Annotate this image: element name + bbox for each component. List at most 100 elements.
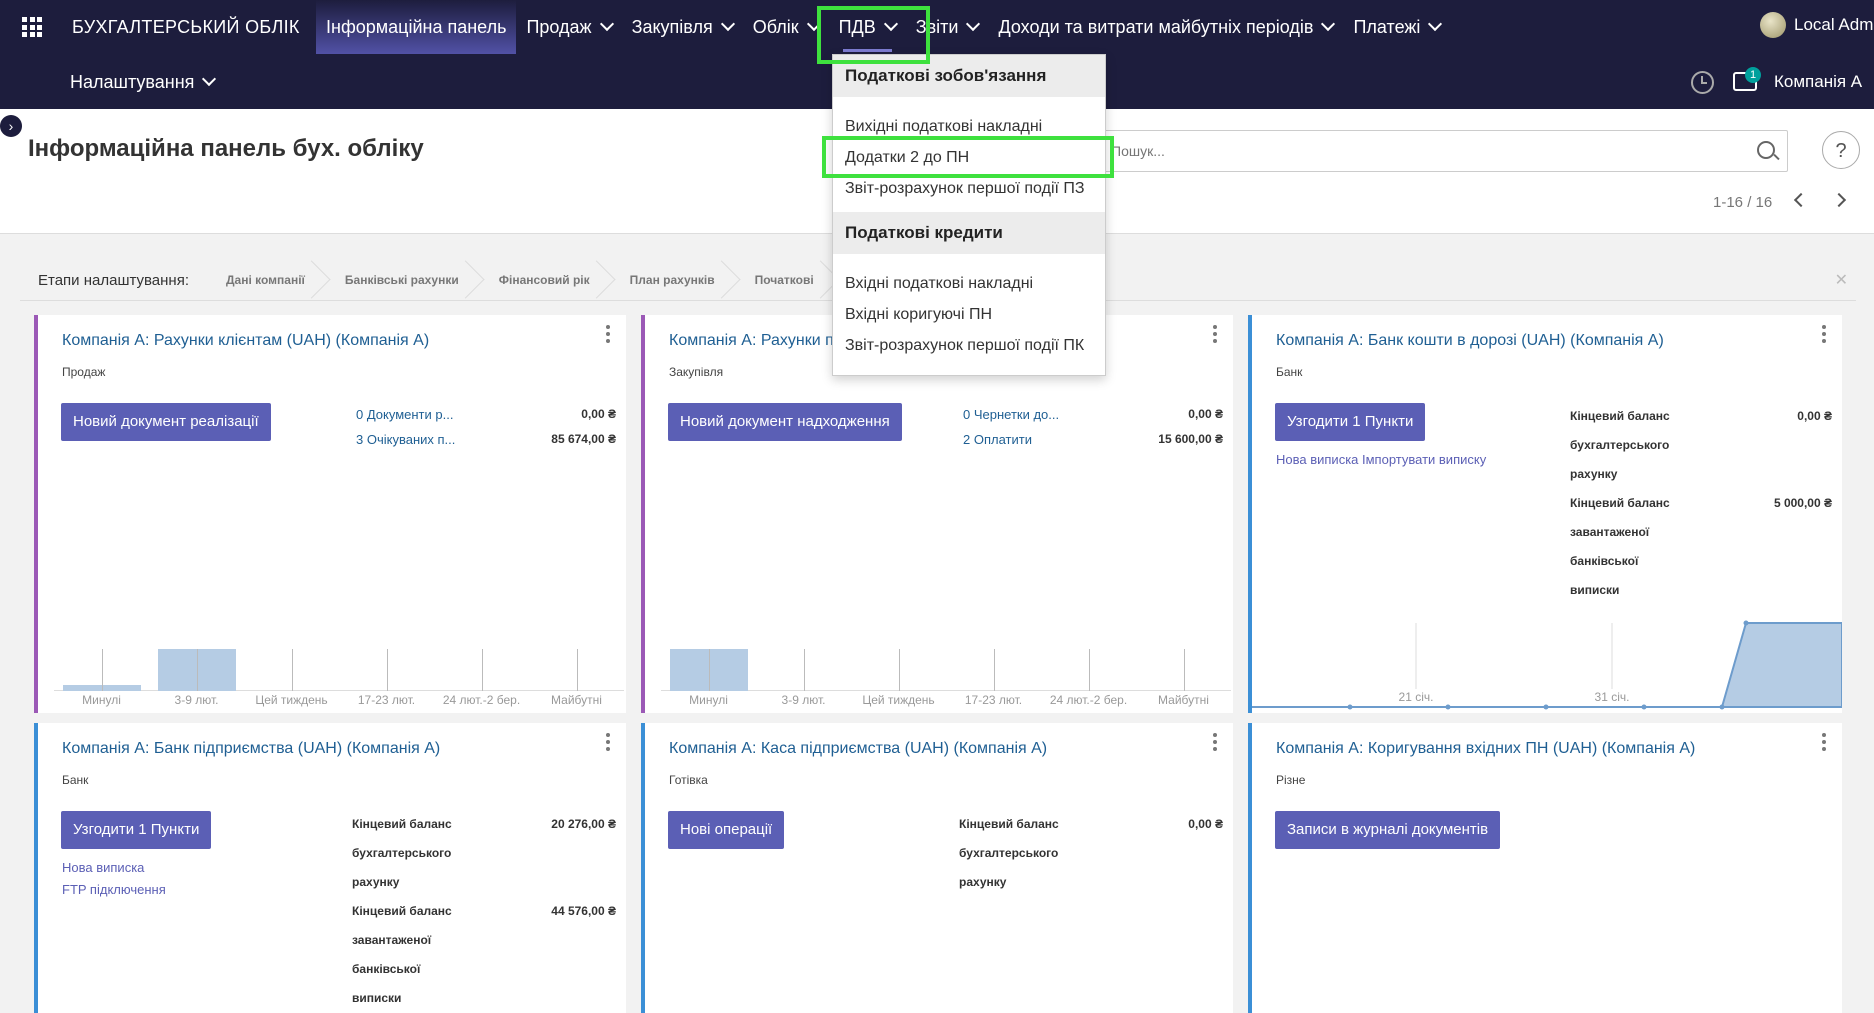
chart-point[interactable] xyxy=(1347,704,1353,710)
chevron-down-icon xyxy=(1321,16,1336,32)
menu-label: Доходи та витрати майбутніх періодів xyxy=(998,16,1314,37)
chart-tick-label: Цей тиждень xyxy=(255,693,328,707)
setup-step[interactable]: Банківські рахунки xyxy=(329,260,483,300)
kebab-menu-icon[interactable] xyxy=(1213,325,1217,346)
card-stats: 0 Документи р... 0,00 ₴ 3 Очікуваних п...… xyxy=(356,407,616,447)
menu-purchase[interactable]: Закупівля xyxy=(622,0,743,54)
menu-dashboard[interactable]: Інформаційна панель xyxy=(316,0,517,54)
setup-step[interactable]: Дані компанії xyxy=(210,260,329,300)
search-box[interactable] xyxy=(1098,130,1788,172)
card-type: Готівка xyxy=(669,773,708,787)
clock-icon[interactable] xyxy=(1691,71,1714,94)
apps-menu-icon[interactable] xyxy=(22,17,42,37)
setup-step[interactable]: Фінансовий рік xyxy=(483,260,614,300)
menu-deferred[interactable]: Доходи та витрати майбутніх періодів xyxy=(988,0,1343,54)
balance-stats: Кінцевий баланс 0,00 ₴ бухгалтерського ра… xyxy=(1570,402,1832,605)
highlight-appendix-item xyxy=(822,136,1114,178)
balance-label: Кінцевий баланс xyxy=(352,904,452,918)
chart-tick-label: Минулі xyxy=(82,693,121,707)
journal-card-transit: Компанія А: Банк кошти в дорозі (UAH) (К… xyxy=(1248,315,1842,713)
chevron-right-icon[interactable]: › xyxy=(0,115,22,137)
balance-label: рахунку xyxy=(1570,467,1618,481)
menu-sales[interactable]: Продаж xyxy=(516,0,621,54)
new-bill-button[interactable]: Новий документ надходження xyxy=(668,403,902,441)
menu-label: Продаж xyxy=(526,16,592,37)
purchase-chart[interactable]: Минулі 3-9 лют. Цей тиждень 17-23 лют. 24 лю… xyxy=(661,625,1231,707)
chevron-down-icon xyxy=(202,71,217,87)
statement-links[interactable]: Нова виписка Імпортувати виписку xyxy=(1276,449,1486,471)
balance-label: банківської xyxy=(352,962,421,976)
chart-point[interactable] xyxy=(1445,704,1451,710)
close-icon[interactable]: ✕ xyxy=(1835,270,1848,290)
chevron-down-icon xyxy=(720,16,735,32)
help-button[interactable]: ? xyxy=(1822,131,1860,169)
menu-item-incoming-invoices[interactable]: Вхідні податкові накладні xyxy=(833,268,1105,299)
bank-balance-chart[interactable]: 21 січ. 31 січ. xyxy=(1252,617,1842,713)
kebab-menu-icon[interactable] xyxy=(606,325,610,346)
card-title[interactable]: Компанія А: Коригування вхідних ПН (UAH)… xyxy=(1276,740,1695,758)
card-title[interactable]: Компанія А: Банк підприємства (UAH) (Ком… xyxy=(62,740,440,758)
menu-item-incoming-corrections[interactable]: Вхідні коригуючі ПН xyxy=(833,299,1105,330)
company-switcher[interactable]: Компанія А xyxy=(1774,72,1862,92)
menu-item-first-event-pk[interactable]: Звіт-розрахунок першої події ПК xyxy=(833,330,1105,361)
card-title[interactable]: Компанія А: Рахунки п xyxy=(669,332,834,350)
balance-value: 0,00 ₴ xyxy=(1188,817,1223,831)
stat-label[interactable]: 2 Оплатити xyxy=(963,432,1032,447)
chart-point[interactable] xyxy=(1641,704,1647,710)
search-icon[interactable] xyxy=(1757,141,1775,159)
menu-label: Облік xyxy=(752,16,799,37)
card-title[interactable]: Компанія А: Каса підприємства (UAH) (Ком… xyxy=(669,740,1047,758)
balance-label: бухгалтерського xyxy=(1570,438,1670,452)
chevron-down-icon xyxy=(1428,16,1443,32)
menu-settings[interactable]: Налаштування xyxy=(70,55,217,109)
balance-stats: Кінцевий баланс 0,00 ₴ бухгалтерського ра… xyxy=(959,810,1223,897)
chart-gridline xyxy=(101,649,103,691)
card-type: Продаж xyxy=(62,365,106,379)
balance-label: завантаженої xyxy=(352,933,432,947)
menu-payments[interactable]: Платежі xyxy=(1343,0,1450,54)
stat-label[interactable]: 0 Документи р... xyxy=(356,407,453,422)
menu-label: Платежі xyxy=(1353,16,1421,37)
reconcile-button[interactable]: Узгодити 1 Пункти xyxy=(61,811,212,849)
balance-label: виписки xyxy=(352,991,402,1005)
menu-label: Закупівля xyxy=(631,16,713,37)
chart-tick-label: 31 січ. xyxy=(1595,690,1630,704)
stat-label[interactable]: 0 Чернетки до... xyxy=(963,407,1059,422)
menu-label: Налаштування xyxy=(70,71,195,92)
chart-point[interactable] xyxy=(1719,704,1725,710)
user-menu[interactable]: Local Adm xyxy=(1760,12,1873,38)
new-invoice-button[interactable]: Новий документ реалізації xyxy=(61,403,271,441)
balance-label: рахунку xyxy=(959,875,1007,889)
chart-point[interactable] xyxy=(1743,620,1749,626)
statement-links: Нова виписка FTP підключення xyxy=(62,857,166,901)
chart-tick-label: 24 лют.-2 бер. xyxy=(442,693,521,707)
chart-area[interactable] xyxy=(1252,622,1842,708)
chart-gridline xyxy=(1088,649,1090,691)
page-title: Інформаційна панель бух. обліку xyxy=(28,135,424,162)
search-input[interactable] xyxy=(1109,142,1713,160)
sales-chart[interactable]: Минулі 3-9 лют. Цей тиждень 17-23 лют. 24 лю… xyxy=(54,625,624,707)
ftp-link[interactable]: FTP підключення xyxy=(62,879,166,901)
card-title[interactable]: Компанія А: Рахунки клієнтам (UAH) (Комп… xyxy=(62,332,429,350)
kebab-menu-icon[interactable] xyxy=(606,733,610,754)
journal-card-bank: Компанія А: Банк підприємства (UAH) (Ком… xyxy=(34,723,626,1013)
new-statement-link[interactable]: Нова виписка xyxy=(62,857,166,879)
card-title[interactable]: Компанія А: Банк кошти в дорозі (UAH) (К… xyxy=(1276,332,1664,350)
setup-step[interactable]: Початкові xyxy=(739,260,838,300)
messages-badge: 1 xyxy=(1745,67,1761,83)
kebab-menu-icon[interactable] xyxy=(1822,325,1826,346)
balance-value: 0,00 ₴ xyxy=(1797,409,1832,423)
kebab-menu-icon[interactable] xyxy=(1213,733,1217,754)
kebab-menu-icon[interactable] xyxy=(1822,733,1826,754)
stat-label[interactable]: 3 Очікуваних п... xyxy=(356,432,455,447)
setup-step[interactable]: План рахунків xyxy=(614,260,739,300)
balance-value: 20 276,00 ₴ xyxy=(551,817,616,831)
journal-entries-button[interactable]: Записи в журналі документів xyxy=(1275,811,1501,849)
chart-gridline xyxy=(196,649,198,691)
new-transactions-button[interactable]: Нові операції xyxy=(668,811,785,849)
chart-point[interactable] xyxy=(1543,704,1549,710)
pager-value[interactable]: 1-16 / 16 xyxy=(1713,194,1772,211)
chart-gridline xyxy=(576,649,578,691)
reconcile-button[interactable]: Узгодити 1 Пункти xyxy=(1275,403,1426,441)
menu-accounting[interactable]: Облік xyxy=(743,0,829,54)
